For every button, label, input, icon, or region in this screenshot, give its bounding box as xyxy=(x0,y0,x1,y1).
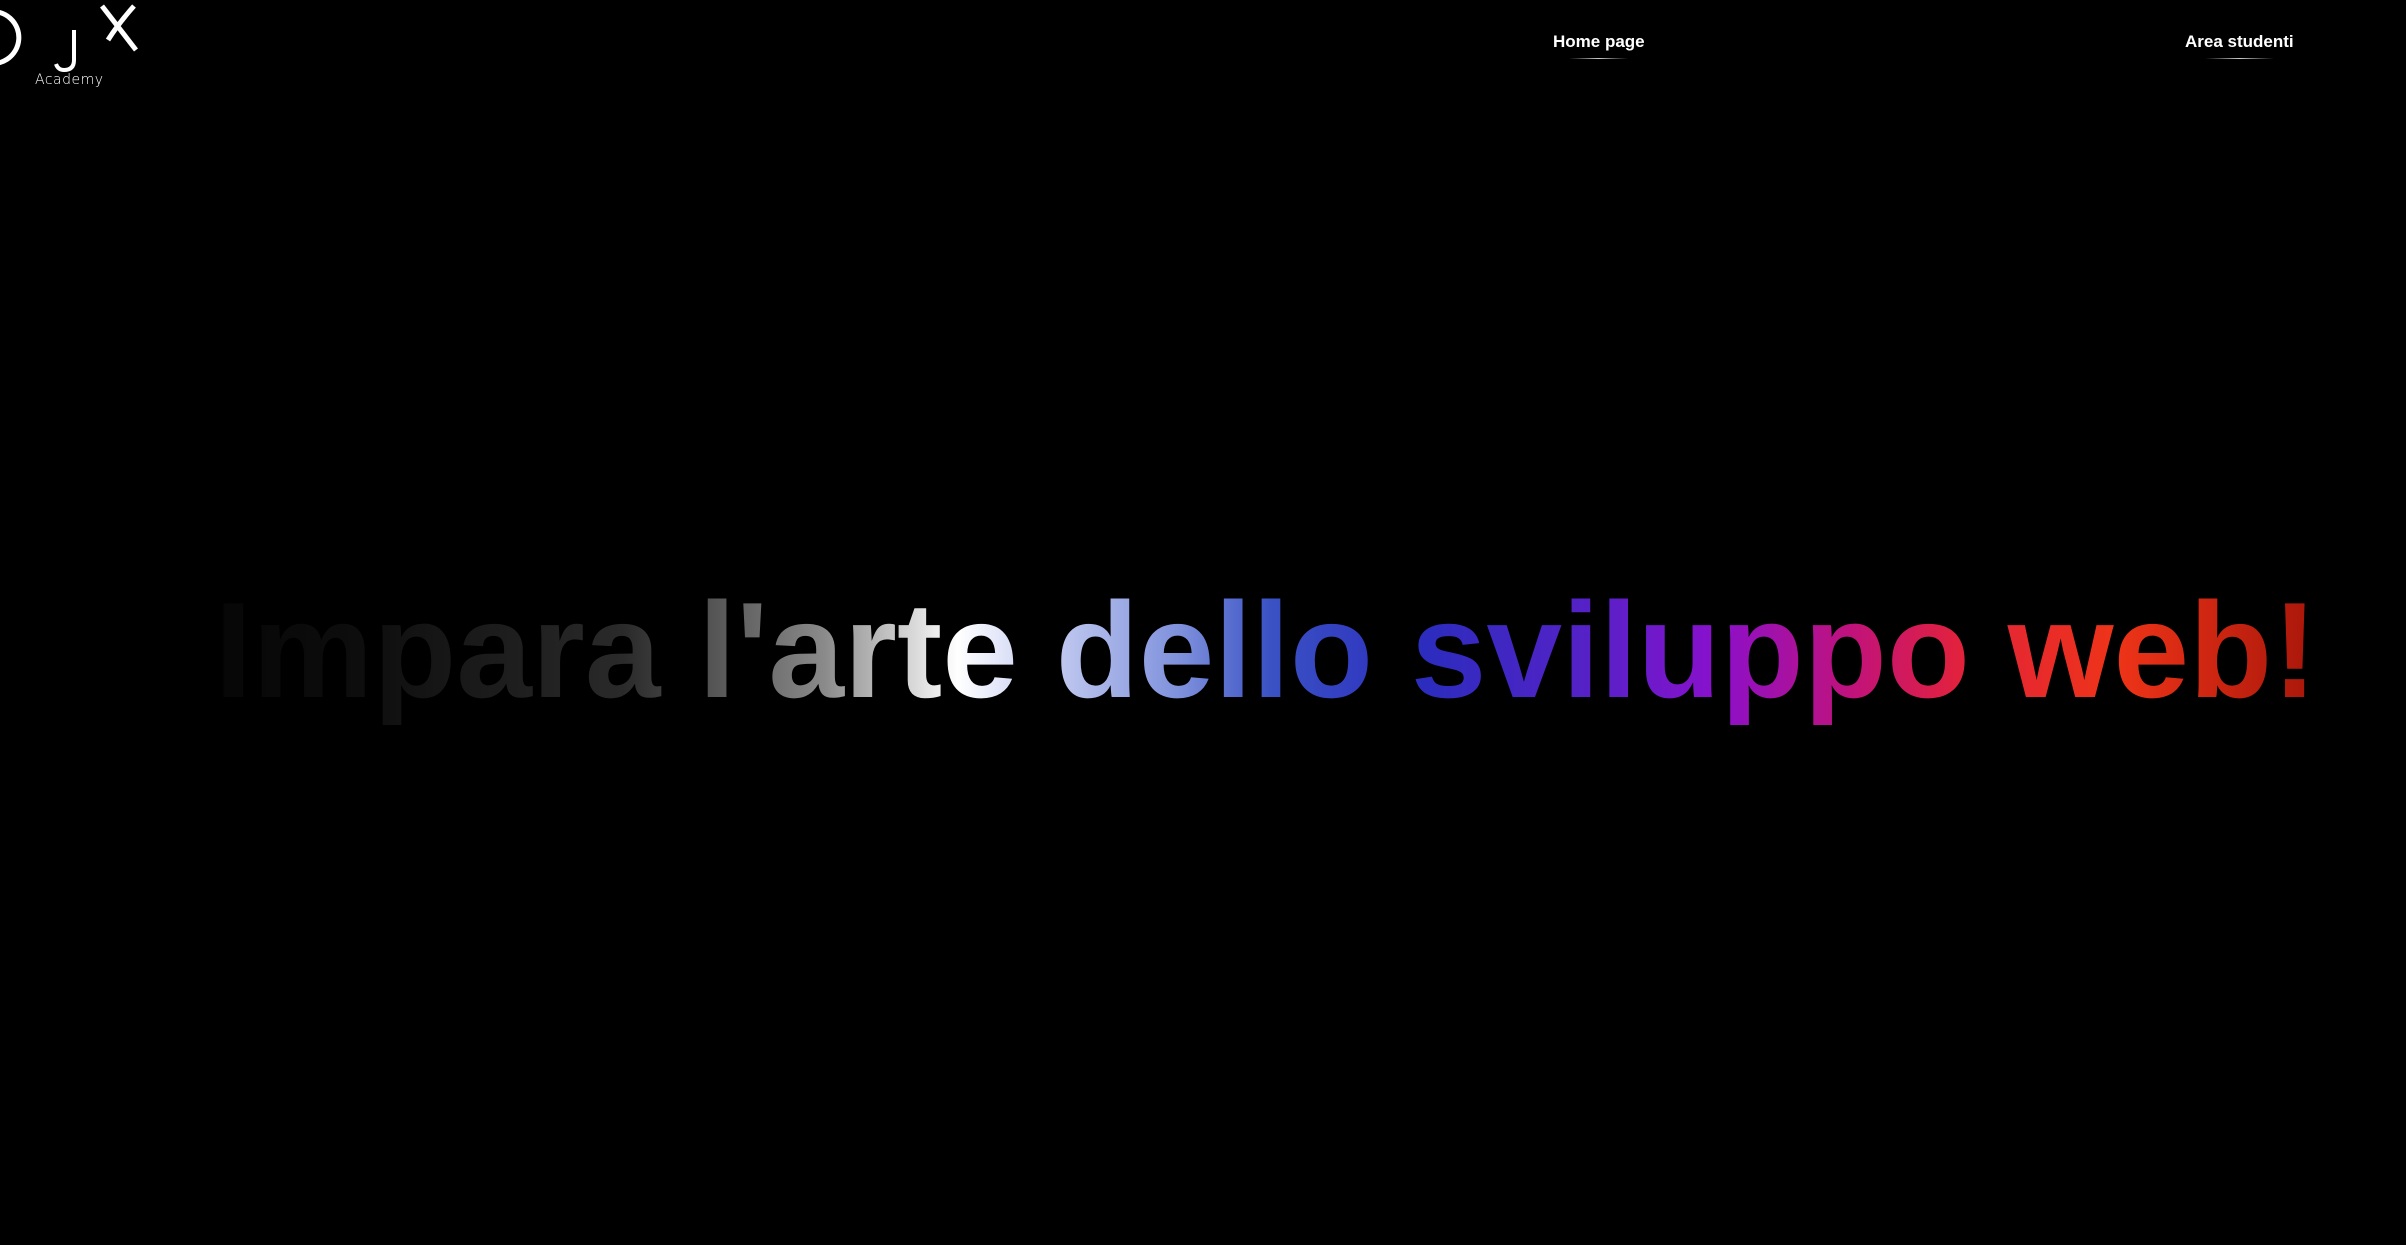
hero-section: Impara l'arte dello sviluppo web! xyxy=(0,575,2406,725)
hero-title: Impara l'arte dello sviluppo web! xyxy=(88,575,2317,725)
nav-home-underline xyxy=(1569,58,1629,59)
nav-area-studenti-label: Area studenti xyxy=(2185,32,2294,51)
nav-home-link[interactable]: Home page xyxy=(1553,32,1645,59)
nav-home-label: Home page xyxy=(1553,32,1645,51)
logo-mark-icon xyxy=(0,4,138,73)
logo-subtitle: Academy xyxy=(35,72,104,88)
nav-area-studenti-underline xyxy=(2204,58,2275,59)
logo[interactable]: Academy xyxy=(0,0,140,92)
nav-area-studenti-link[interactable]: Area studenti xyxy=(2185,32,2294,59)
